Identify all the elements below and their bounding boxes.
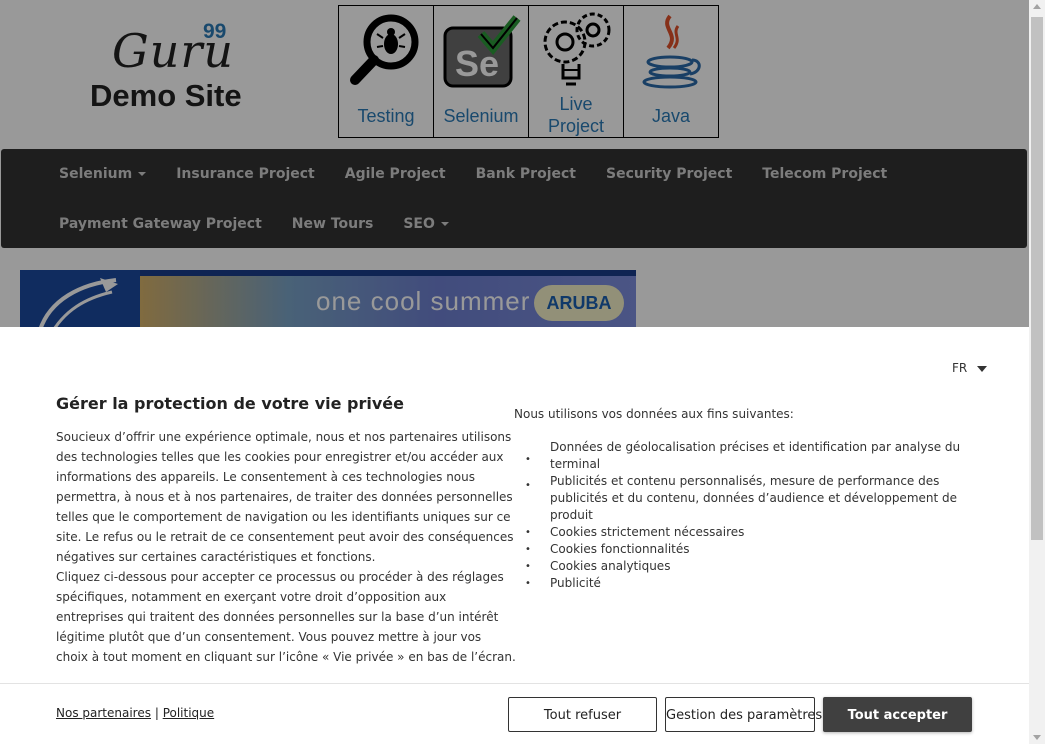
list-item: • Cookies strictement nécessaires bbox=[514, 524, 984, 541]
bullet-icon: • bbox=[525, 561, 531, 572]
purpose-items: • Données de géolocalisation précises et … bbox=[514, 439, 984, 592]
list-item: • Cookies analytiques bbox=[514, 558, 984, 575]
consent-title: Gérer la protection de votre vie privée bbox=[56, 394, 404, 413]
purpose-label: Cookies analytiques bbox=[550, 559, 671, 573]
list-item: • Publicités et contenu personnalisés, me… bbox=[514, 473, 984, 524]
bullet-icon: • bbox=[525, 527, 531, 538]
purpose-label: Cookies fonctionnalités bbox=[550, 542, 690, 556]
purposes-intro: Nous utilisons vos données aux fins suiv… bbox=[514, 407, 794, 421]
list-item: • Données de géolocalisation précises et … bbox=[514, 439, 984, 473]
consent-description: Soucieux d’offrir une expérience optimal… bbox=[56, 427, 516, 667]
partners-link[interactable]: Nos partenaires bbox=[56, 706, 151, 720]
refuse-all-button[interactable]: Tout refuser bbox=[508, 697, 657, 732]
cookie-consent-dialog: FR Gérer la protection de votre vie priv… bbox=[0, 327, 1029, 744]
bullet-icon: • bbox=[525, 544, 531, 555]
link-separator: | bbox=[154, 706, 159, 720]
accept-all-button[interactable]: Tout accepter bbox=[823, 697, 972, 732]
list-item: • Cookies fonctionnalités bbox=[514, 541, 984, 558]
language-label: FR bbox=[952, 361, 968, 375]
chevron-down-icon bbox=[977, 365, 988, 372]
consent-footer: Nos partenaires | Politique Tout refuser… bbox=[0, 683, 1029, 745]
consent-paragraph: Soucieux d’offrir une expérience optimal… bbox=[56, 430, 514, 564]
scroll-down-arrow-icon[interactable] bbox=[1033, 735, 1041, 740]
bullet-icon: • bbox=[525, 454, 531, 465]
bullet-icon: • bbox=[525, 578, 531, 589]
purposes-list: Nous utilisons vos données aux fins suiv… bbox=[514, 405, 984, 592]
purpose-label: Publicités et contenu personnalisés, mes… bbox=[550, 474, 958, 522]
page-scrollbar[interactable] bbox=[1029, 0, 1045, 744]
purpose-label: Données de géolocalisation précises et i… bbox=[550, 440, 961, 471]
consent-paragraph: Cliquez ci-dessous pour accepter ce proc… bbox=[56, 570, 516, 664]
scrollbar-thumb[interactable] bbox=[1031, 17, 1043, 540]
consent-links: Nos partenaires | Politique bbox=[56, 706, 214, 720]
language-selector[interactable]: FR bbox=[952, 361, 988, 375]
purpose-label: Cookies strictement nécessaires bbox=[550, 525, 745, 539]
manage-settings-button[interactable]: Gestion des paramètres bbox=[665, 697, 822, 732]
bullet-icon: • bbox=[525, 480, 531, 491]
policy-link[interactable]: Politique bbox=[163, 706, 214, 720]
purpose-label: Publicité bbox=[550, 576, 601, 590]
list-item: • Publicité bbox=[514, 575, 984, 592]
scroll-up-arrow-icon[interactable] bbox=[1033, 4, 1041, 9]
